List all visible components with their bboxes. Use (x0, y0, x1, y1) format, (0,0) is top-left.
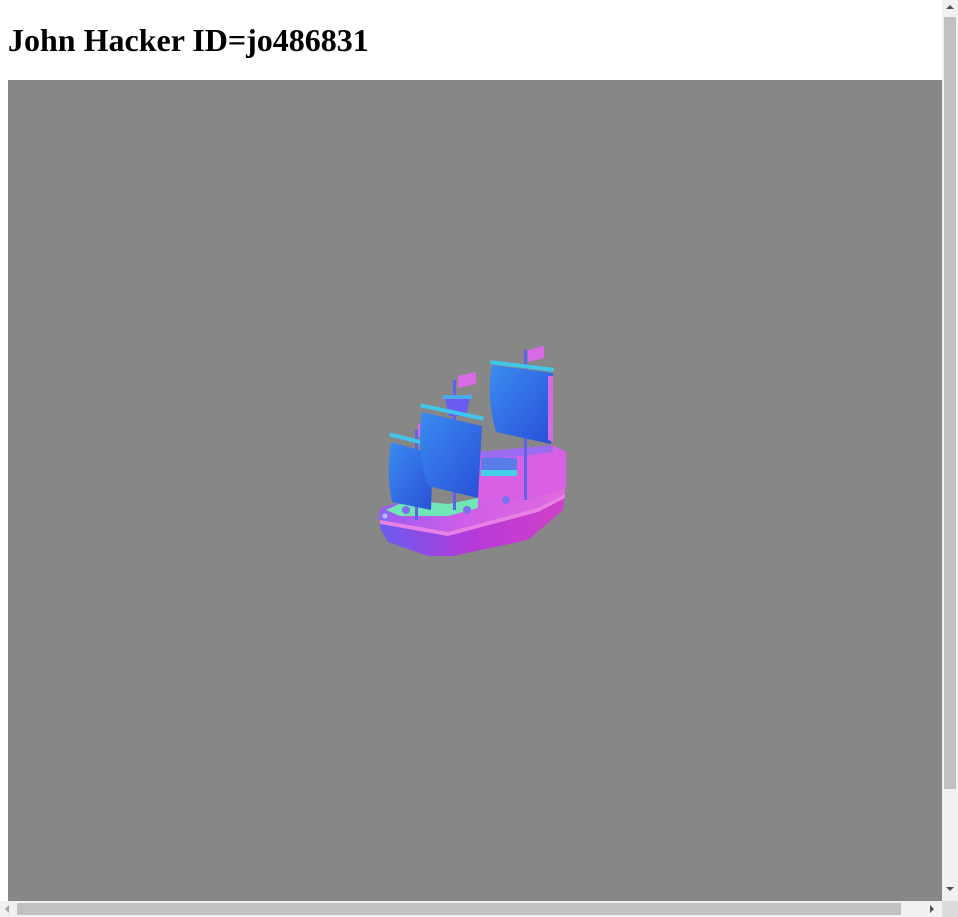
horizontal-scrollbar[interactable] (0, 901, 942, 917)
page-title: John Hacker ID=jo486831 (8, 22, 369, 58)
ship-model (378, 346, 566, 556)
horizontal-scroll-thumb[interactable] (17, 903, 901, 915)
scroll-left-icon[interactable] (5, 905, 9, 913)
scroll-down-icon[interactable] (946, 887, 954, 891)
pirate-ship-icon (378, 346, 566, 556)
scroll-right-icon[interactable] (930, 905, 934, 913)
scrollbar-corner (942, 901, 958, 917)
vertical-scrollbar[interactable] (942, 0, 958, 901)
page: John Hacker ID=jo486831 (0, 0, 958, 917)
3d-canvas-viewport[interactable] (8, 80, 942, 901)
vertical-scroll-thumb[interactable] (944, 17, 956, 789)
scroll-up-icon[interactable] (946, 5, 954, 9)
